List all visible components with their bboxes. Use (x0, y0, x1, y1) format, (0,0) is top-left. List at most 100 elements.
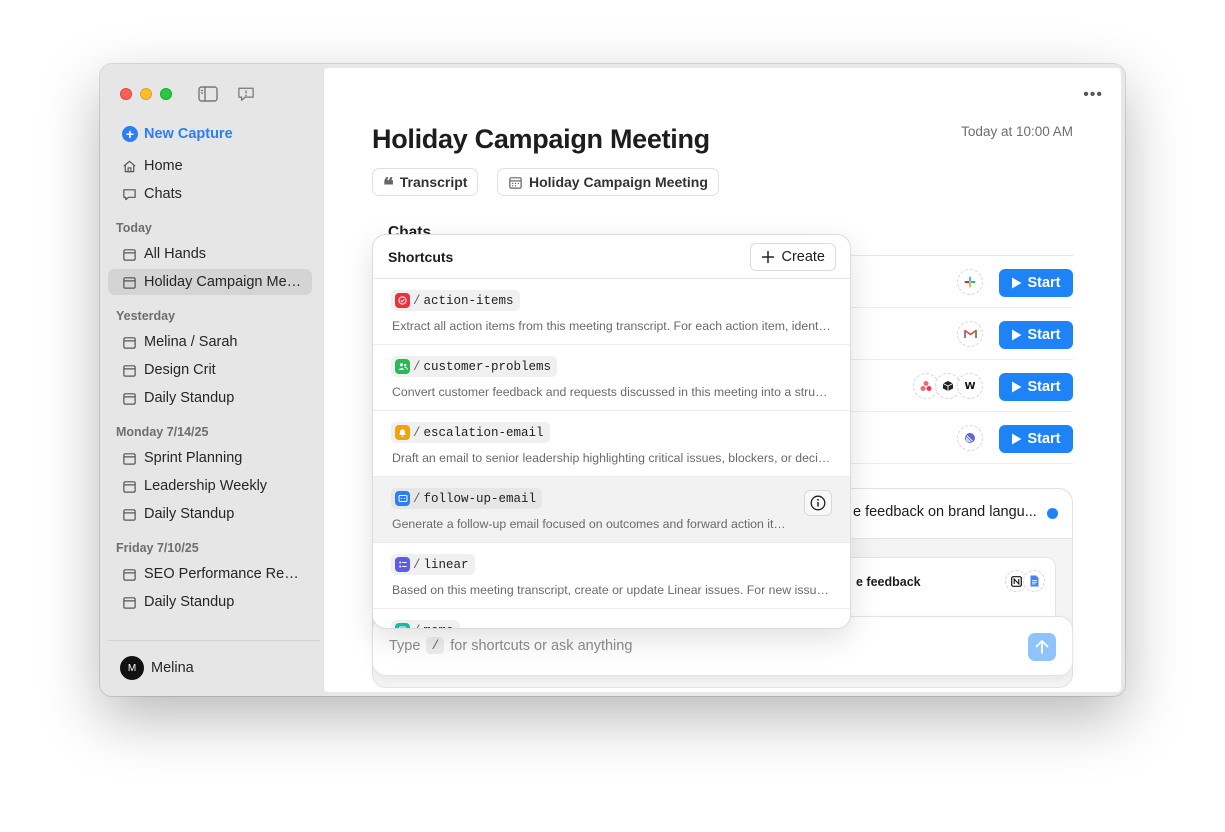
sidebar-toggle-icon[interactable] (198, 86, 218, 102)
meeting-item-label: Melina / Sarah (144, 334, 238, 350)
transcript-chip[interactable]: ❝ Transcript (372, 168, 479, 196)
meeting-item[interactable]: Leadership Weekly (108, 473, 312, 499)
shortcut-description: Convert customer feedback and requests d… (392, 385, 832, 399)
meeting-item[interactable]: Sprint Planning (108, 445, 312, 471)
chip-label: Transcript (399, 174, 468, 190)
list-badge-icon (395, 557, 410, 572)
start-button[interactable]: Start (999, 321, 1073, 349)
close-window-button[interactable] (120, 88, 132, 100)
start-button[interactable]: Start (999, 373, 1073, 401)
more-options-icon[interactable]: ••• (1083, 86, 1103, 104)
sidebar: + New Capture Home Chats Today All Hands… (100, 64, 324, 696)
info-icon (810, 495, 826, 511)
slash: / (413, 293, 421, 308)
meeting-item[interactable]: Daily Standup (108, 501, 312, 527)
check-badge-icon (395, 293, 410, 308)
plus-icon (762, 250, 775, 264)
meeting-item-label: SEO Performance Review (144, 566, 302, 582)
slack-icon (957, 269, 983, 295)
send-button[interactable] (1028, 633, 1056, 661)
meeting-item-label: Design Crit (144, 362, 216, 378)
section-label-friday: Friday 7/10/25 (116, 541, 199, 555)
plus-circle-icon: + (122, 126, 138, 142)
user-profile[interactable]: M Melina (120, 656, 194, 680)
start-button[interactable]: Start (999, 269, 1073, 297)
unread-dot (1047, 508, 1058, 519)
linear-icon (957, 425, 983, 451)
calendar-icon (123, 452, 136, 465)
bell-badge-icon (395, 425, 410, 440)
play-icon (1012, 433, 1022, 445)
start-label: Start (1027, 379, 1061, 395)
shortcut-description: Draft an email to senior leadership high… (392, 451, 832, 465)
start-label: Start (1027, 431, 1061, 447)
new-capture-label: New Capture (144, 126, 233, 142)
meeting-item-label: Daily Standup (144, 506, 235, 522)
start-label: Start (1027, 327, 1061, 343)
slash: / (413, 491, 421, 506)
meeting-item[interactable]: Design Crit (108, 357, 312, 383)
app-icons: W (913, 373, 983, 399)
meeting-item-label: Sprint Planning (144, 450, 243, 466)
zoom-window-button[interactable] (160, 88, 172, 100)
start-button[interactable]: Start (999, 425, 1073, 453)
sidebar-item-label: Home (144, 158, 183, 174)
shortcut-item-action-items[interactable]: / action-items Extract all action items f… (373, 279, 850, 345)
shortcut-item-linear[interactable]: / linear Based on this meeting transcript… (373, 543, 850, 609)
slash: / (413, 557, 421, 572)
shortcut-command: customer-problems (423, 359, 552, 374)
info-button[interactable] (804, 490, 832, 516)
meeting-item[interactable]: SEO Performance Review (108, 561, 312, 587)
w-icon: W (957, 373, 983, 399)
meeting-item-label: Holiday Campaign Meeting (144, 274, 302, 290)
sidebar-item-chats[interactable]: Chats (108, 181, 312, 207)
start-label: Start (1027, 275, 1061, 291)
app-icons (957, 321, 983, 347)
meeting-item[interactable]: Melina / Sarah (108, 329, 312, 355)
calendar-icon (123, 508, 136, 521)
chat-thread-title: e feedback on brand langu... (853, 504, 1037, 520)
shortcut-item-memo[interactable]: /memo (373, 609, 850, 629)
slash: / (413, 425, 421, 440)
meeting-item[interactable]: All Hands (108, 241, 312, 267)
shortcut-tag: / escalation-email (391, 422, 550, 443)
sidebar-divider (108, 640, 320, 641)
calendar-icon (123, 568, 136, 581)
meeting-chip[interactable]: Holiday Campaign Meeting (497, 168, 719, 196)
section-label-monday: Monday 7/14/25 (116, 425, 209, 439)
gmail-icon (957, 321, 983, 347)
shortcuts-title: Shortcuts (388, 249, 454, 265)
shortcut-item-customer-problems[interactable]: / customer-problems Convert customer feed… (373, 345, 850, 411)
meeting-item[interactable]: Daily Standup (108, 589, 312, 615)
meeting-item-label: Leadership Weekly (144, 478, 268, 494)
placeholder-suffix: for shortcuts or ask anything (450, 637, 633, 654)
chip-label: Holiday Campaign Meeting (529, 174, 708, 190)
calendar-icon (123, 596, 136, 609)
calendar-icon (123, 248, 136, 261)
meeting-timestamp: Today at 10:00 AM (961, 124, 1073, 139)
slash: / (413, 624, 421, 629)
shortcut-description: Extract all action items from this meeti… (392, 319, 832, 333)
calendar-icon (509, 176, 522, 189)
play-icon (1012, 381, 1022, 393)
page-title: Holiday Campaign Meeting (372, 124, 710, 154)
attachment-icons (1005, 570, 1045, 592)
sidebar-item-label: Chats (144, 186, 182, 202)
shortcut-tag: / follow-up-email (391, 488, 543, 509)
shortcut-item-escalation-email[interactable]: / escalation-email Draft an email to seni… (373, 411, 850, 477)
shortcut-command: escalation-email (423, 425, 544, 440)
feedback-icon[interactable] (236, 86, 256, 102)
shortcut-command: linear (423, 557, 469, 572)
create-shortcut-button[interactable]: Create (750, 243, 836, 271)
minimize-window-button[interactable] (140, 88, 152, 100)
meeting-item-active[interactable]: Holiday Campaign Meeting (108, 269, 312, 295)
section-label-yesterday: Yesterday (116, 309, 176, 323)
app-icons (957, 425, 983, 451)
new-capture-button[interactable]: + New Capture (122, 126, 233, 142)
calendar-icon (123, 392, 136, 405)
chat-bubble-icon (123, 188, 136, 200)
meeting-item[interactable]: Daily Standup (108, 385, 312, 411)
composer-placeholder[interactable]: Type / for shortcuts or ask anything (389, 637, 632, 654)
shortcut-item-follow-up-email[interactable]: / follow-up-email Generate a follow-up em… (373, 477, 850, 543)
sidebar-item-home[interactable]: Home (108, 153, 312, 179)
